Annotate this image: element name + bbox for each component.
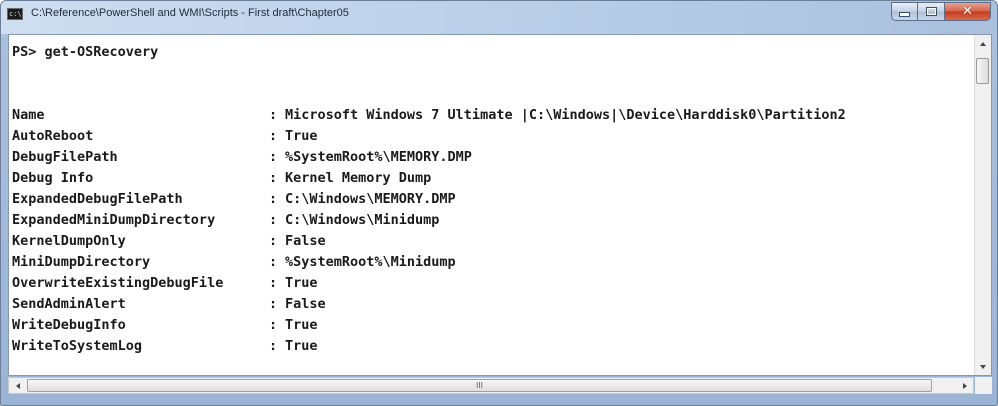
property-row: DebugFilePath: %SystemRoot%\MEMORY.DMP [12,149,472,170]
property-value: False [285,233,326,249]
property-name: ExpandedDebugFilePath [12,191,183,207]
property-name: MiniDumpDirectory [12,254,151,270]
property-row: SendAdminAlert: False [12,296,326,317]
property-row: Debug Info: Kernel Memory Dump [12,170,431,191]
property-separator: : [269,149,278,165]
scroll-up-button[interactable] [975,35,991,52]
property-row: WriteToSystemLog: True [12,338,318,359]
property-row: WriteDebugInfo: True [12,317,318,338]
window-title: C:\Reference\PowerShell and WMI\Scripts … [31,7,349,19]
property-separator: : [269,338,278,354]
property-name: ExpandedMiniDumpDirectory [12,212,216,228]
property-name: Name [12,107,45,123]
property-name: OverwriteExistingDebugFile [12,275,224,291]
property-name: KernelDumpOnly [12,233,126,249]
property-separator: : [269,128,278,144]
maximize-button[interactable] [918,2,945,21]
console-icon[interactable]: c:\ [7,8,23,20]
vertical-scrollbar[interactable] [974,35,991,375]
property-separator: : [269,254,278,270]
console-window: c:\ C:\Reference\PowerShell and WMI\Scri… [0,0,998,406]
property-value: True [285,128,318,144]
scroll-down-button[interactable] [975,358,991,375]
property-value: True [285,338,318,354]
horizontal-scrollbar[interactable]: III [8,377,974,394]
property-row: KernelDumpOnly: False [12,233,326,254]
property-separator: : [269,317,278,333]
thumb-grip-icon: III [475,380,484,390]
property-name: SendAdminAlert [12,296,126,312]
property-name: WriteToSystemLog [12,338,143,354]
console-output[interactable]: PS> get-OSRecovery Name: Microsoft Window… [9,35,975,375]
scroll-right-button[interactable] [956,378,973,393]
property-value: Kernel Memory Dump [285,170,432,186]
property-value: %SystemRoot%\MEMORY.DMP [285,149,472,165]
property-separator: : [269,233,278,249]
property-separator: : [269,296,278,312]
property-value: True [285,317,318,333]
close-icon: ✕ [962,4,973,19]
property-separator: : [269,107,278,123]
property-name: DebugFilePath [12,149,118,165]
property-separator: : [269,275,278,291]
command-prompt: PS> get-OSRecovery [12,44,159,60]
minimize-icon [899,12,910,17]
property-value: Microsoft Windows 7 Ultimate |C:\Windows… [285,107,846,123]
property-value: C:\Windows\Minidump [285,212,440,228]
property-separator: : [269,170,278,186]
property-row: ExpandedDebugFilePath: C:\Windows\MEMORY.… [12,191,456,212]
title-bar[interactable]: c:\ C:\Reference\PowerShell and WMI\Scri… [1,1,997,34]
resize-grip[interactable] [975,377,992,394]
property-row: Name: Microsoft Windows 7 Ultimate |C:\Wi… [12,107,846,128]
console-client-area[interactable]: PS> get-OSRecovery Name: Microsoft Window… [8,34,992,376]
property-value: False [285,296,326,312]
vertical-scroll-thumb[interactable] [976,58,989,84]
property-separator: : [269,191,278,207]
scroll-left-button[interactable] [9,378,26,393]
property-row: MiniDumpDirectory: %SystemRoot%\Minidump [12,254,456,275]
property-name: AutoReboot [12,128,94,144]
property-separator: : [269,212,278,228]
horizontal-scroll-thumb[interactable]: III [27,379,932,392]
property-value: %SystemRoot%\Minidump [285,254,456,270]
property-row: ExpandedMiniDumpDirectory: C:\Windows\Min… [12,212,439,233]
close-button[interactable]: ✕ [945,2,991,21]
window-controls: ✕ [891,2,991,21]
property-name: Debug Info [12,170,94,186]
arrow-left-icon [15,382,20,389]
property-value: C:\Windows\MEMORY.DMP [285,191,456,207]
arrow-down-icon [980,364,986,369]
arrow-right-icon [962,382,967,389]
arrow-up-icon [980,41,986,46]
property-name: WriteDebugInfo [12,317,126,333]
property-row: OverwriteExistingDebugFile: True [12,275,318,296]
maximize-icon [925,7,937,16]
property-row: AutoReboot: True [12,128,318,149]
property-value: True [285,275,318,291]
minimize-button[interactable] [891,2,918,21]
